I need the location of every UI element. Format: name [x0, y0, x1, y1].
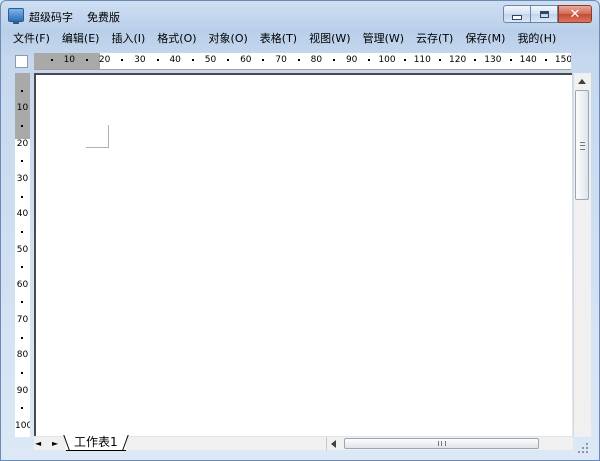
ruler-dot	[509, 59, 512, 61]
ruler-dot	[227, 59, 230, 61]
ruler-label: 90	[16, 385, 29, 396]
ruler-dot	[21, 301, 23, 304]
ruler-dot	[297, 59, 300, 61]
ruler-dot	[21, 124, 23, 127]
grip-icon	[580, 142, 585, 150]
ruler-label: 20	[16, 138, 29, 149]
vertical-ruler[interactable]: 10 20 30 40 50 60 70 80 90 100	[15, 73, 30, 437]
grip-dot	[586, 451, 588, 453]
vertical-scrollbar[interactable]	[573, 73, 591, 437]
menu-save[interactable]: 保存(M)	[459, 29, 511, 49]
menu-cloud[interactable]: 云存(T)	[410, 29, 459, 49]
ruler-label: 40	[16, 209, 29, 220]
grip-dot	[578, 451, 580, 453]
ruler-dot	[21, 336, 23, 339]
ruler-label: 140	[519, 55, 537, 65]
ruler-dot	[191, 59, 194, 61]
ruler-dot	[50, 59, 53, 61]
ruler-dot	[474, 59, 477, 61]
minimize-button[interactable]	[503, 5, 531, 23]
maximize-button[interactable]	[531, 5, 558, 23]
menu-bar: 文件(F) 编辑(E) 插入(I) 格式(O) 对象(O) 表格(T) 视图(W…	[3, 29, 597, 49]
ruler-dot	[21, 160, 23, 163]
ruler-label: 100	[15, 421, 30, 431]
ruler-dot	[21, 407, 23, 410]
ruler-corner-box[interactable]	[15, 55, 28, 68]
grip-dot	[586, 443, 588, 445]
ruler-label: 30	[134, 55, 146, 65]
ruler-label: 80	[310, 55, 323, 65]
minimize-icon	[512, 14, 522, 20]
close-icon: ✕	[569, 6, 581, 22]
ruler-dot	[403, 59, 406, 61]
ruler-label: 50	[16, 244, 29, 255]
ruler-dot	[156, 59, 159, 61]
monitor-icon[interactable]	[8, 8, 24, 24]
grip-dot	[582, 451, 584, 453]
title-bar[interactable]: 超级码字 免费版 ✕	[1, 1, 599, 29]
ruler-label: 60	[16, 279, 29, 290]
menu-insert[interactable]: 插入(I)	[105, 29, 151, 49]
ruler-label: 10	[16, 103, 29, 114]
ruler-label: 120	[449, 55, 467, 65]
ruler-dot	[21, 230, 23, 233]
scroll-up-icon[interactable]	[578, 79, 586, 84]
window-title: 超级码字 免费版	[29, 11, 120, 24]
ruler-label: 10	[63, 55, 76, 65]
maximize-icon	[539, 10, 549, 18]
ruler-dot	[368, 59, 371, 61]
ruler-label: 40	[169, 55, 181, 65]
scroll-left-icon[interactable]	[331, 440, 336, 448]
ruler-label: 110	[413, 55, 431, 65]
ruler-label: 70	[275, 55, 287, 65]
grip-icon	[438, 441, 446, 446]
ruler-dot	[21, 372, 23, 375]
ruler-label: 50	[204, 55, 217, 65]
ruler-dot	[544, 59, 547, 61]
document-page[interactable]	[34, 73, 572, 436]
horizontal-ruler[interactable]: 10 20 30 40 50 60 70 80 90 100 110 120 130 140 150	[34, 53, 571, 70]
grip-dot	[582, 447, 584, 449]
margin-corner-mark	[86, 125, 109, 148]
resize-grip-icon[interactable]	[576, 441, 589, 454]
ruler-label: 60	[240, 55, 252, 65]
sheet-tab[interactable]: 工作表1	[66, 435, 126, 451]
ruler-label: 130	[484, 55, 502, 65]
ruler-label: 90	[345, 55, 358, 65]
tab-prev-icon[interactable]: ◄	[35, 437, 41, 450]
close-button[interactable]: ✕	[558, 5, 592, 23]
ruler-dot	[85, 59, 88, 61]
menu-object[interactable]: 对象(O)	[203, 29, 254, 49]
grip-dot	[586, 447, 588, 449]
app-window: 超级码字 免费版 ✕ 文件(F) 编辑(E) 插入(I) 格式(O) 对象(O)…	[0, 0, 600, 461]
ruler-dot	[21, 89, 23, 92]
menu-edit[interactable]: 编辑(E)	[56, 29, 106, 49]
horizontal-scroll-thumb[interactable]	[344, 438, 539, 449]
ruler-label: 100	[378, 55, 396, 65]
ruler-label: 150	[554, 55, 571, 65]
ruler-label: 30	[16, 173, 29, 184]
ruler-dot	[121, 59, 124, 61]
ruler-dot	[333, 59, 336, 61]
menu-manage[interactable]: 管理(W)	[357, 29, 410, 49]
tab-next-icon[interactable]: ►	[52, 437, 58, 450]
ruler-dot	[21, 195, 23, 198]
ruler-dot	[438, 59, 441, 61]
menu-my[interactable]: 我的(H)	[511, 29, 562, 49]
ruler-dot	[21, 266, 23, 269]
menu-file[interactable]: 文件(F)	[3, 29, 56, 49]
vertical-scroll-thumb[interactable]	[575, 90, 589, 200]
horizontal-scrollbar[interactable]	[326, 437, 573, 450]
menu-table[interactable]: 表格(T)	[254, 29, 303, 49]
ruler-label: 80	[16, 350, 29, 361]
ruler-dot	[262, 59, 265, 61]
ruler-label: 70	[16, 315, 29, 326]
menu-view[interactable]: 视图(W)	[303, 29, 356, 49]
menu-format[interactable]: 格式(O)	[151, 29, 202, 49]
ruler-label: 20	[98, 55, 111, 65]
